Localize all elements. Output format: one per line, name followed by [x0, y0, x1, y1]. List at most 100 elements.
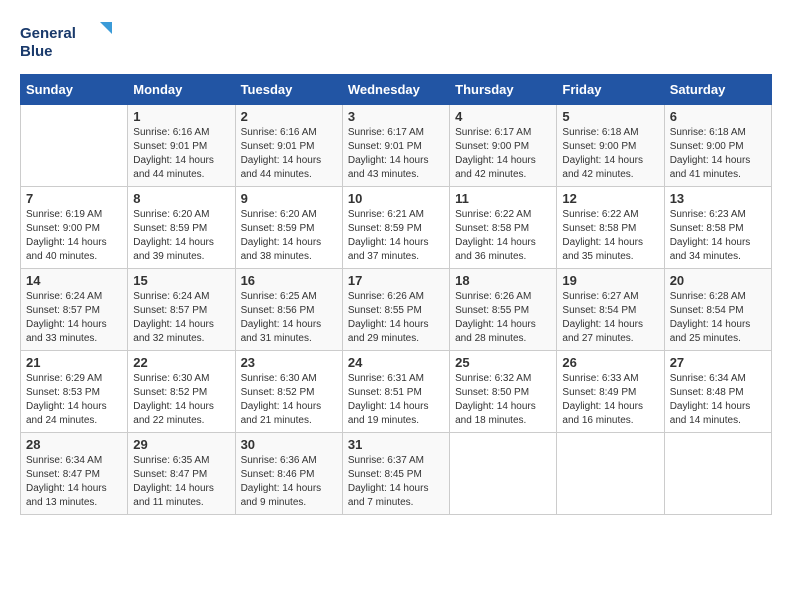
day-number: 23 [241, 355, 337, 370]
day-cell: 26 Sunrise: 6:33 AMSunset: 8:49 PMDaylig… [557, 351, 664, 433]
day-number: 3 [348, 109, 444, 124]
day-info: Sunrise: 6:37 AMSunset: 8:45 PMDaylight:… [348, 455, 429, 508]
day-info: Sunrise: 6:27 AMSunset: 8:54 PMDaylight:… [562, 291, 643, 344]
week-row-2: 7 Sunrise: 6:19 AMSunset: 9:00 PMDayligh… [21, 187, 772, 269]
day-cell: 2 Sunrise: 6:16 AMSunset: 9:01 PMDayligh… [235, 105, 342, 187]
day-cell: 5 Sunrise: 6:18 AMSunset: 9:00 PMDayligh… [557, 105, 664, 187]
day-info: Sunrise: 6:31 AMSunset: 8:51 PMDaylight:… [348, 373, 429, 426]
day-cell [21, 105, 128, 187]
day-cell: 23 Sunrise: 6:30 AMSunset: 8:52 PMDaylig… [235, 351, 342, 433]
day-number: 10 [348, 191, 444, 206]
day-cell: 9 Sunrise: 6:20 AMSunset: 8:59 PMDayligh… [235, 187, 342, 269]
week-row-4: 21 Sunrise: 6:29 AMSunset: 8:53 PMDaylig… [21, 351, 772, 433]
day-info: Sunrise: 6:18 AMSunset: 9:00 PMDaylight:… [670, 127, 751, 180]
header-day-friday: Friday [557, 75, 664, 105]
day-cell: 6 Sunrise: 6:18 AMSunset: 9:00 PMDayligh… [664, 105, 771, 187]
header-day-sunday: Sunday [21, 75, 128, 105]
header-day-wednesday: Wednesday [342, 75, 449, 105]
day-number: 24 [348, 355, 444, 370]
day-number: 8 [133, 191, 229, 206]
week-row-5: 28 Sunrise: 6:34 AMSunset: 8:47 PMDaylig… [21, 433, 772, 515]
day-cell: 21 Sunrise: 6:29 AMSunset: 8:53 PMDaylig… [21, 351, 128, 433]
day-info: Sunrise: 6:19 AMSunset: 9:00 PMDaylight:… [26, 209, 107, 262]
day-cell: 29 Sunrise: 6:35 AMSunset: 8:47 PMDaylig… [128, 433, 235, 515]
day-info: Sunrise: 6:24 AMSunset: 8:57 PMDaylight:… [26, 291, 107, 344]
day-number: 15 [133, 273, 229, 288]
day-number: 11 [455, 191, 551, 206]
day-info: Sunrise: 6:28 AMSunset: 8:54 PMDaylight:… [670, 291, 751, 344]
day-cell [450, 433, 557, 515]
day-number: 29 [133, 437, 229, 452]
header-day-saturday: Saturday [664, 75, 771, 105]
day-info: Sunrise: 6:36 AMSunset: 8:46 PMDaylight:… [241, 455, 322, 508]
day-cell: 28 Sunrise: 6:34 AMSunset: 8:47 PMDaylig… [21, 433, 128, 515]
day-info: Sunrise: 6:23 AMSunset: 8:58 PMDaylight:… [670, 209, 751, 262]
day-info: Sunrise: 6:34 AMSunset: 8:47 PMDaylight:… [26, 455, 107, 508]
day-cell: 27 Sunrise: 6:34 AMSunset: 8:48 PMDaylig… [664, 351, 771, 433]
day-number: 19 [562, 273, 658, 288]
day-info: Sunrise: 6:33 AMSunset: 8:49 PMDaylight:… [562, 373, 643, 426]
day-cell: 13 Sunrise: 6:23 AMSunset: 8:58 PMDaylig… [664, 187, 771, 269]
day-info: Sunrise: 6:20 AMSunset: 8:59 PMDaylight:… [133, 209, 214, 262]
day-cell: 17 Sunrise: 6:26 AMSunset: 8:55 PMDaylig… [342, 269, 449, 351]
day-info: Sunrise: 6:21 AMSunset: 8:59 PMDaylight:… [348, 209, 429, 262]
day-cell: 8 Sunrise: 6:20 AMSunset: 8:59 PMDayligh… [128, 187, 235, 269]
day-number: 17 [348, 273, 444, 288]
day-info: Sunrise: 6:25 AMSunset: 8:56 PMDaylight:… [241, 291, 322, 344]
day-cell: 22 Sunrise: 6:30 AMSunset: 8:52 PMDaylig… [128, 351, 235, 433]
day-info: Sunrise: 6:16 AMSunset: 9:01 PMDaylight:… [133, 127, 214, 180]
day-info: Sunrise: 6:30 AMSunset: 8:52 PMDaylight:… [133, 373, 214, 426]
logo: General Blue [20, 20, 120, 64]
day-cell: 10 Sunrise: 6:21 AMSunset: 8:59 PMDaylig… [342, 187, 449, 269]
day-number: 20 [670, 273, 766, 288]
day-number: 5 [562, 109, 658, 124]
day-cell: 18 Sunrise: 6:26 AMSunset: 8:55 PMDaylig… [450, 269, 557, 351]
day-cell: 1 Sunrise: 6:16 AMSunset: 9:01 PMDayligh… [128, 105, 235, 187]
day-info: Sunrise: 6:16 AMSunset: 9:01 PMDaylight:… [241, 127, 322, 180]
day-cell: 31 Sunrise: 6:37 AMSunset: 8:45 PMDaylig… [342, 433, 449, 515]
day-number: 26 [562, 355, 658, 370]
logo-svg: General Blue [20, 20, 120, 64]
day-number: 18 [455, 273, 551, 288]
day-info: Sunrise: 6:22 AMSunset: 8:58 PMDaylight:… [455, 209, 536, 262]
day-info: Sunrise: 6:30 AMSunset: 8:52 PMDaylight:… [241, 373, 322, 426]
day-cell: 30 Sunrise: 6:36 AMSunset: 8:46 PMDaylig… [235, 433, 342, 515]
day-number: 12 [562, 191, 658, 206]
header-day-thursday: Thursday [450, 75, 557, 105]
day-info: Sunrise: 6:35 AMSunset: 8:47 PMDaylight:… [133, 455, 214, 508]
day-cell [557, 433, 664, 515]
day-info: Sunrise: 6:32 AMSunset: 8:50 PMDaylight:… [455, 373, 536, 426]
day-number: 4 [455, 109, 551, 124]
day-cell: 16 Sunrise: 6:25 AMSunset: 8:56 PMDaylig… [235, 269, 342, 351]
svg-text:Blue: Blue [20, 43, 53, 60]
day-info: Sunrise: 6:24 AMSunset: 8:57 PMDaylight:… [133, 291, 214, 344]
day-cell: 11 Sunrise: 6:22 AMSunset: 8:58 PMDaylig… [450, 187, 557, 269]
day-number: 2 [241, 109, 337, 124]
page-header: General Blue [20, 20, 772, 64]
day-cell [664, 433, 771, 515]
day-number: 9 [241, 191, 337, 206]
day-cell: 3 Sunrise: 6:17 AMSunset: 9:01 PMDayligh… [342, 105, 449, 187]
header-row: SundayMondayTuesdayWednesdayThursdayFrid… [21, 75, 772, 105]
svg-text:General: General [20, 25, 76, 42]
day-info: Sunrise: 6:34 AMSunset: 8:48 PMDaylight:… [670, 373, 751, 426]
day-number: 16 [241, 273, 337, 288]
day-info: Sunrise: 6:17 AMSunset: 9:00 PMDaylight:… [455, 127, 536, 180]
day-info: Sunrise: 6:18 AMSunset: 9:00 PMDaylight:… [562, 127, 643, 180]
day-info: Sunrise: 6:20 AMSunset: 8:59 PMDaylight:… [241, 209, 322, 262]
day-info: Sunrise: 6:26 AMSunset: 8:55 PMDaylight:… [348, 291, 429, 344]
day-number: 13 [670, 191, 766, 206]
day-cell: 7 Sunrise: 6:19 AMSunset: 9:00 PMDayligh… [21, 187, 128, 269]
day-info: Sunrise: 6:22 AMSunset: 8:58 PMDaylight:… [562, 209, 643, 262]
day-number: 14 [26, 273, 122, 288]
day-number: 22 [133, 355, 229, 370]
day-cell: 19 Sunrise: 6:27 AMSunset: 8:54 PMDaylig… [557, 269, 664, 351]
day-cell: 14 Sunrise: 6:24 AMSunset: 8:57 PMDaylig… [21, 269, 128, 351]
day-number: 28 [26, 437, 122, 452]
day-cell: 20 Sunrise: 6:28 AMSunset: 8:54 PMDaylig… [664, 269, 771, 351]
day-number: 27 [670, 355, 766, 370]
header-day-monday: Monday [128, 75, 235, 105]
day-info: Sunrise: 6:26 AMSunset: 8:55 PMDaylight:… [455, 291, 536, 344]
week-row-1: 1 Sunrise: 6:16 AMSunset: 9:01 PMDayligh… [21, 105, 772, 187]
day-number: 7 [26, 191, 122, 206]
